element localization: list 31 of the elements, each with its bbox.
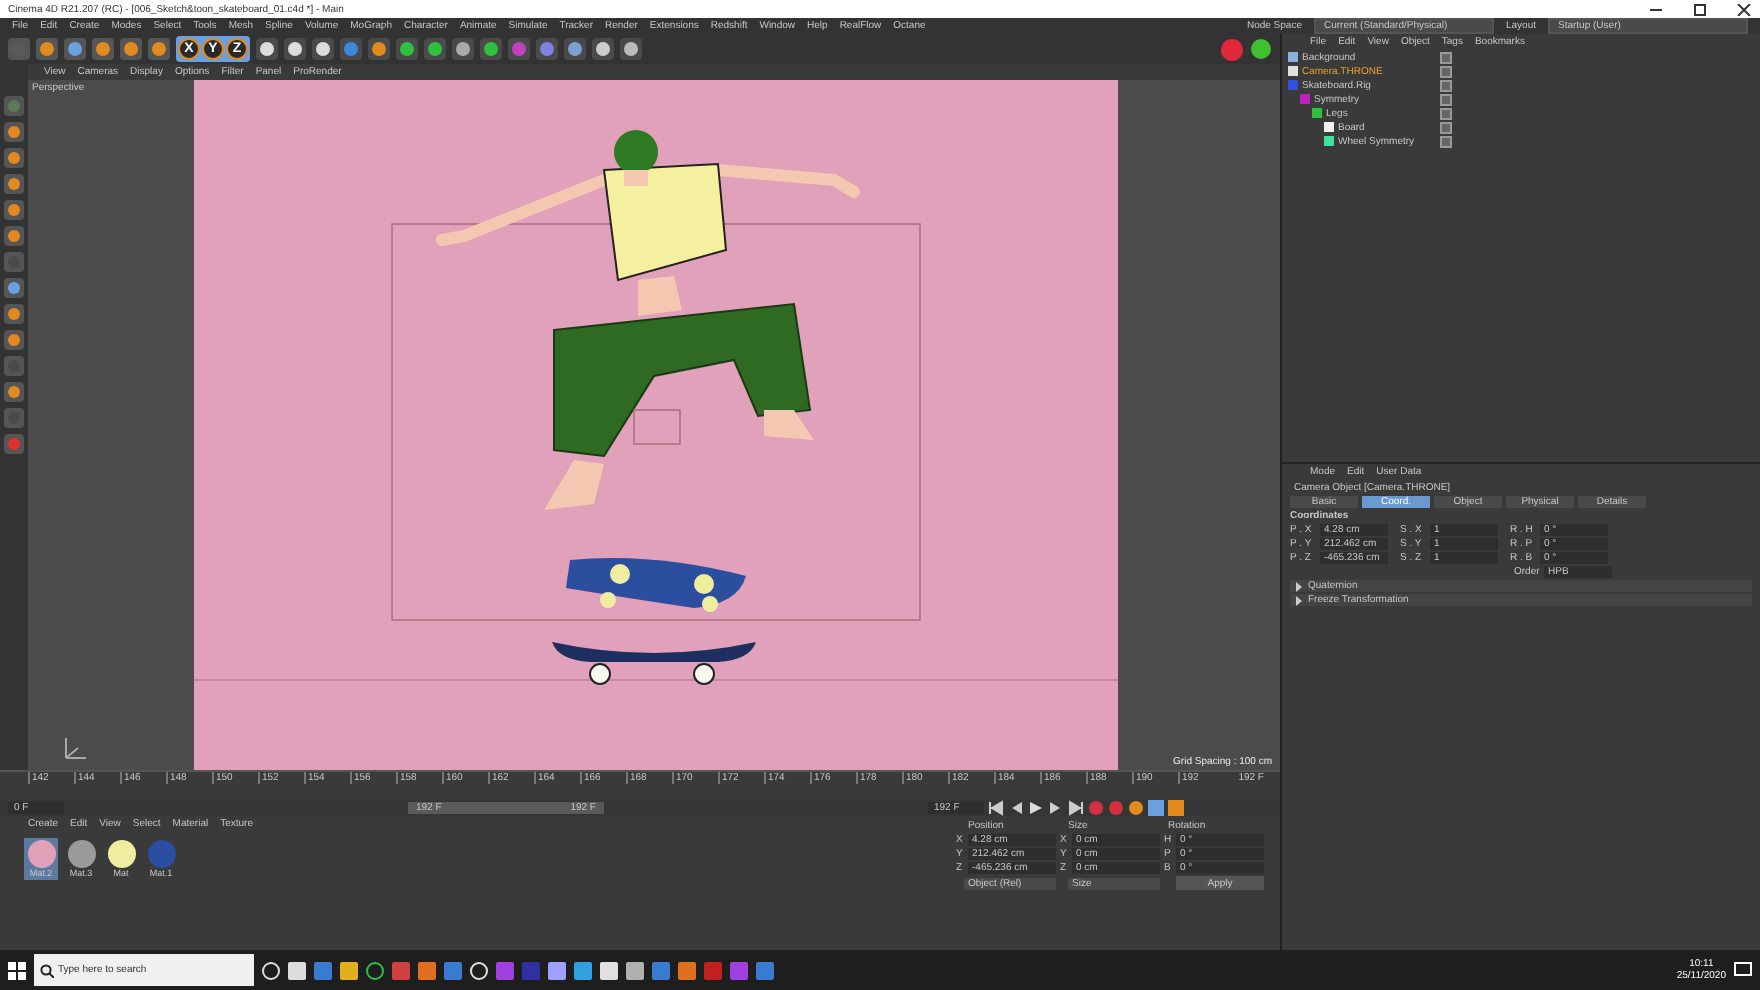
tool-icon[interactable] bbox=[4, 200, 24, 220]
square-icon[interactable] bbox=[564, 38, 586, 60]
step-back-icon[interactable] bbox=[1008, 800, 1024, 816]
windows-logo-icon[interactable] bbox=[8, 961, 26, 979]
record-icon[interactable] bbox=[1220, 37, 1244, 61]
search-icon bbox=[40, 963, 54, 977]
circle-icon[interactable] bbox=[620, 38, 642, 60]
axis-gizmo-icon bbox=[60, 734, 88, 762]
square-icon[interactable] bbox=[536, 38, 558, 60]
tool-icon[interactable] bbox=[4, 330, 24, 350]
target-marker bbox=[633, 409, 681, 445]
tool-icon[interactable] bbox=[4, 96, 24, 116]
tool-icon[interactable] bbox=[4, 382, 24, 402]
step-forward-icon[interactable] bbox=[1048, 800, 1064, 816]
tool-icon[interactable] bbox=[4, 278, 24, 298]
tool-icon[interactable] bbox=[4, 148, 24, 168]
circle-icon[interactable] bbox=[366, 961, 384, 979]
minimize-icon[interactable] bbox=[1648, 3, 1664, 15]
skip-end-icon[interactable] bbox=[1068, 800, 1084, 816]
skip-start-icon[interactable] bbox=[988, 800, 1004, 816]
tool-icon[interactable] bbox=[4, 304, 24, 324]
tool-icon[interactable] bbox=[4, 226, 24, 246]
notification-icon[interactable] bbox=[1734, 961, 1752, 979]
close-icon[interactable] bbox=[1736, 3, 1752, 15]
tool-icon[interactable] bbox=[4, 122, 24, 142]
tool-icon[interactable] bbox=[4, 434, 24, 454]
range-slider[interactable] bbox=[408, 802, 604, 814]
square-icon[interactable] bbox=[592, 38, 614, 60]
square-icon[interactable] bbox=[92, 38, 114, 60]
maximize-icon[interactable] bbox=[1692, 3, 1708, 15]
tool-icon[interactable] bbox=[4, 174, 24, 194]
